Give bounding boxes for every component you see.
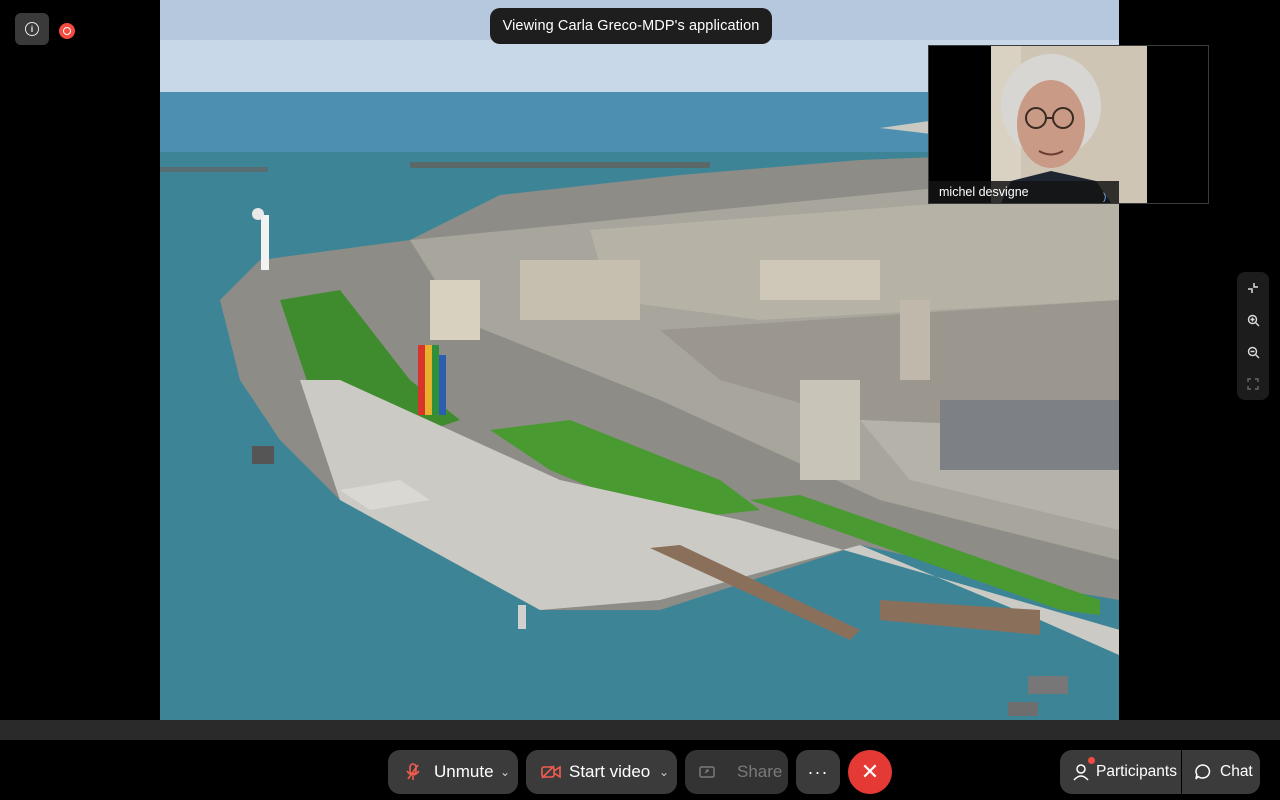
chat-bubble-icon — [1194, 763, 1212, 781]
info-button[interactable]: i — [15, 13, 49, 45]
unmute-button[interactable]: Unmute ⌄ — [388, 750, 518, 794]
info-icon: i — [25, 22, 39, 36]
share-label: Share — [737, 762, 783, 781]
viewing-banner-text: Viewing Carla Greco-MDP's application — [502, 18, 760, 34]
audio-indicator-icon: ) — [1103, 192, 1107, 203]
share-button[interactable]: Share — [685, 750, 788, 794]
start-video-button[interactable]: Start video ⌄ — [526, 750, 677, 794]
zoom-in-icon[interactable] — [1241, 308, 1265, 332]
participant-video — [991, 46, 1147, 203]
start-video-label: Start video — [569, 762, 651, 781]
chat-label: Chat — [1220, 763, 1253, 780]
chat-button[interactable]: Chat — [1182, 750, 1260, 794]
video-off-icon — [541, 765, 561, 779]
mic-muted-icon — [404, 763, 422, 781]
chevron-down-icon[interactable]: ⌄ — [659, 765, 669, 779]
recording-icon — [59, 23, 75, 39]
more-options-icon: ··· — [807, 761, 829, 782]
more-options-button[interactable]: ··· — [796, 750, 840, 794]
collapse-icon[interactable] — [1241, 276, 1265, 300]
zoom-toolbar — [1237, 272, 1269, 400]
participant-video-frame — [991, 46, 1147, 203]
zoom-out-icon[interactable] — [1241, 340, 1265, 364]
viewing-banner: Viewing Carla Greco-MDP's application — [490, 8, 772, 44]
participant-video-tile[interactable]: michel desvigne ) — [928, 45, 1209, 204]
chevron-down-icon[interactable]: ⌄ — [500, 765, 510, 779]
leave-meeting-button[interactable]: ✕ — [848, 750, 892, 794]
participants-label: Participants — [1096, 763, 1177, 780]
unmute-label: Unmute — [434, 762, 494, 781]
fullscreen-icon[interactable] — [1241, 372, 1265, 396]
share-bottom-strip — [0, 720, 1280, 740]
share-screen-icon — [699, 765, 715, 779]
participant-name: michel desvigne — [929, 181, 1119, 203]
participants-button[interactable]: Participants — [1060, 750, 1181, 794]
notification-badge — [1088, 757, 1095, 764]
close-icon: ✕ — [860, 759, 880, 784]
person-icon — [1072, 763, 1090, 781]
